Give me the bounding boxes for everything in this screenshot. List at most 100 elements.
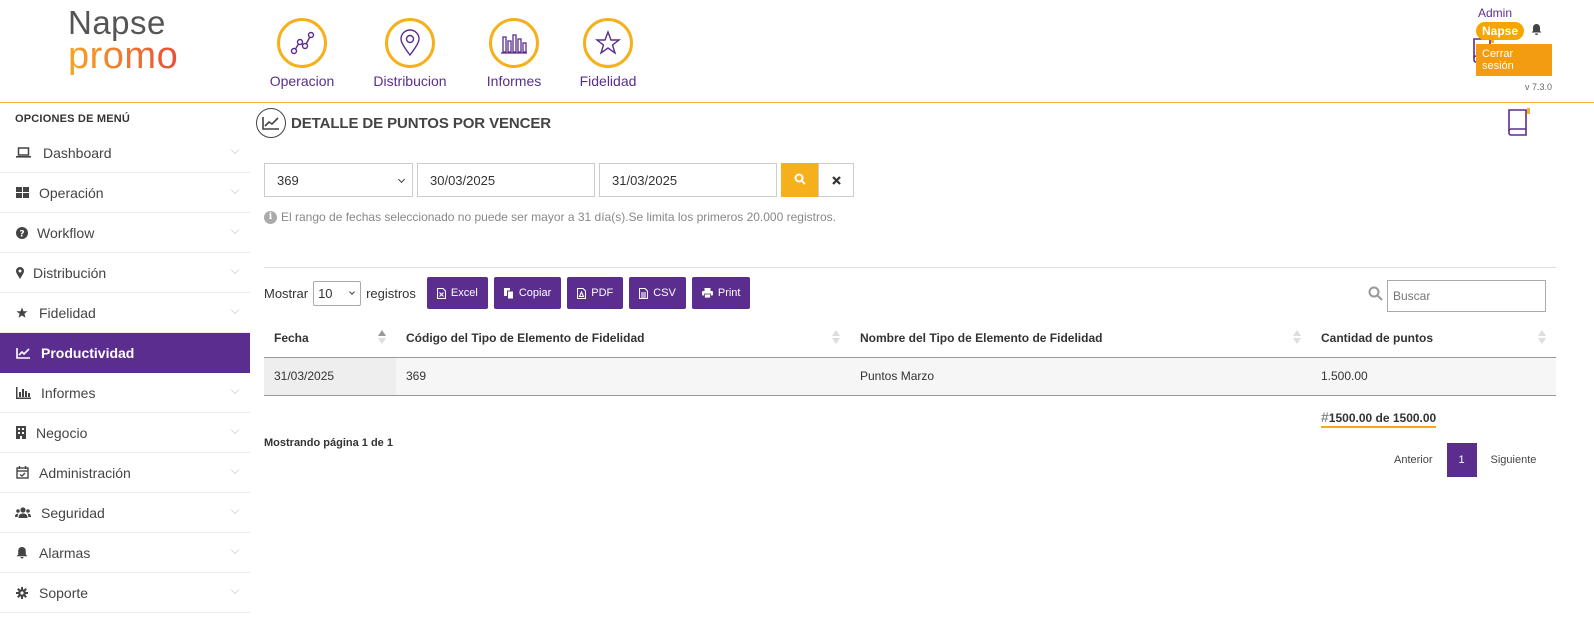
sidebar-item-label: Workflow	[37, 224, 95, 241]
user-name: Admin	[1478, 6, 1513, 20]
sidebar-item-label: Fidelidad	[39, 304, 96, 321]
sort-icon	[1293, 330, 1301, 344]
date-from-input[interactable]: 30/03/2025	[417, 163, 595, 197]
route-icon	[277, 18, 327, 68]
total-text: 1500.00 de 1500.00	[1328, 411, 1437, 425]
column-header-fecha[interactable]: Fecha	[264, 319, 396, 358]
sidebar-item-label: Seguridad	[41, 504, 105, 521]
sidebar-item-seguridad[interactable]: Seguridad	[0, 493, 250, 533]
export-excel-button[interactable]: Excel	[426, 277, 488, 309]
close-icon	[831, 173, 841, 188]
sidebar-item-label: Soporte	[39, 584, 89, 601]
sort-icon	[378, 330, 386, 344]
sidebar-item-label: Negocio	[36, 424, 88, 441]
user-area: Admin Napse Cerrar sesión v 7.3.0	[1476, 6, 1558, 92]
topnav-distribucion[interactable]: Distribucion	[355, 18, 465, 89]
sidebar-item-label: Alarmas	[39, 544, 91, 561]
chevron-down-icon	[230, 185, 240, 195]
chevron-down-icon	[230, 145, 240, 155]
cell-cantidad: 1.500.00	[1311, 357, 1556, 396]
show-label: Mostrar	[264, 285, 309, 301]
points-table: Fecha Código del Tipo de Elemento de Fid…	[264, 319, 1556, 396]
topnav-fidelidad[interactable]: Fidelidad	[553, 18, 663, 89]
points-total: #1500.00 de 1500.00	[1321, 409, 1437, 428]
star-icon	[15, 306, 29, 320]
map-pin-icon	[385, 18, 435, 68]
chevron-down-icon	[230, 305, 240, 315]
bell-icon[interactable]	[1531, 22, 1542, 40]
column-header-nombre[interactable]: Nombre del Tipo de Elemento de Fidelidad	[850, 319, 1311, 358]
sort-icon	[832, 330, 840, 344]
sidebar-item-productividad[interactable]: Productividad	[0, 333, 250, 373]
chevron-down-icon	[230, 505, 240, 515]
hint-text: El rango de fechas seleccionado no puede…	[281, 210, 836, 224]
column-header-label: Fecha	[274, 330, 309, 345]
date-to-input[interactable]: 31/03/2025	[599, 163, 777, 197]
topnav-label: Operacion	[269, 73, 335, 89]
export-excel-label: Excel	[450, 287, 478, 299]
file-excel-icon	[436, 287, 446, 299]
help-book-icon[interactable]	[1505, 106, 1533, 143]
sidebar-item-operacion[interactable]: Operación	[0, 173, 250, 213]
sidebar-item-fidelidad[interactable]: Fidelidad	[0, 293, 250, 333]
sidebar-item-soporte[interactable]: Soporte	[0, 573, 250, 613]
gear-icon	[15, 586, 29, 600]
chevron-down-icon	[230, 585, 240, 595]
sort-icon	[1538, 330, 1546, 344]
sidebar-item-label: Administración	[39, 464, 131, 481]
sidebar-item-administracion[interactable]: Administración	[0, 453, 250, 493]
copy-button[interactable]: Copiar	[493, 277, 562, 309]
line-chart-icon	[15, 346, 31, 360]
star-icon	[583, 18, 633, 68]
file-text-icon	[639, 287, 649, 299]
print-button[interactable]: Print	[691, 277, 751, 309]
page-heading: DETALLE DE PUNTOS POR VENCER	[256, 108, 551, 138]
pagination-prev[interactable]: Anterior	[1380, 454, 1447, 466]
napse-promo-logo[interactable]: Napse promo	[68, 6, 178, 75]
column-header-label: Cantidad de puntos	[1321, 330, 1433, 345]
export-pdf-button[interactable]: PDF	[567, 277, 624, 309]
question-circle-icon: ?	[15, 226, 29, 240]
search-input[interactable]	[1387, 280, 1546, 312]
search-icon	[794, 173, 806, 188]
sidebar-item-informes[interactable]: Informes	[0, 373, 250, 413]
column-header-label: Nombre del Tipo de Elemento de Fidelidad	[860, 330, 1103, 345]
pagination-page-1[interactable]: 1	[1446, 443, 1477, 477]
search-button[interactable]	[781, 163, 818, 197]
line-chart-icon	[256, 108, 286, 138]
sidebar-item-distribucion[interactable]: Distribución	[0, 253, 250, 293]
hash-icon: #	[1321, 409, 1329, 425]
topnav-label: Fidelidad	[579, 73, 637, 89]
table-row[interactable]: 31/03/2025 369 Puntos Marzo 1.500.00	[264, 357, 1556, 396]
divider	[264, 267, 1556, 268]
topnav-operacion[interactable]: Operacion	[247, 18, 357, 89]
sidebar-item-label: Dashboard	[43, 144, 112, 161]
sidebar-item-label: Operación	[39, 184, 104, 201]
logout-button[interactable]: Cerrar sesión	[1476, 44, 1552, 76]
cell-fecha: 31/03/2025	[264, 357, 396, 396]
pagination-info: Mostrando página 1 de 1	[264, 437, 393, 449]
chevron-down-icon	[230, 425, 240, 435]
page-title: DETALLE DE PUNTOS POR VENCER	[291, 114, 552, 132]
cell-codigo: 369	[396, 357, 850, 396]
page-size-value: 10	[318, 285, 333, 301]
element-type-select[interactable]: 369	[264, 163, 413, 197]
export-csv-button[interactable]: CSV	[629, 277, 686, 309]
bar-chart-icon	[15, 386, 31, 400]
date-range-hint: i El rango de fechas seleccionado no pue…	[264, 210, 836, 224]
element-type-value: 369	[277, 172, 299, 188]
sidebar-item-workflow[interactable]: ? Workflow	[0, 213, 250, 253]
calendar-check-icon	[15, 466, 29, 480]
chevron-down-icon	[230, 545, 240, 555]
clear-filters-button[interactable]	[818, 163, 854, 197]
page-size-select[interactable]: 10	[313, 280, 362, 306]
svg-text:?: ?	[19, 229, 24, 239]
sidebar-item-alarmas[interactable]: Alarmas	[0, 533, 250, 573]
copy-label: Copiar	[518, 287, 552, 299]
pagination-next[interactable]: Siguiente	[1477, 454, 1551, 466]
column-header-codigo[interactable]: Código del Tipo de Elemento de Fidelidad	[396, 319, 850, 358]
sidebar-item-negocio[interactable]: Negocio	[0, 413, 250, 453]
company-badge: Napse	[1476, 22, 1525, 40]
sidebar-item-dashboard[interactable]: Dashboard	[0, 133, 250, 173]
column-header-cantidad[interactable]: Cantidad de puntos	[1311, 319, 1556, 358]
